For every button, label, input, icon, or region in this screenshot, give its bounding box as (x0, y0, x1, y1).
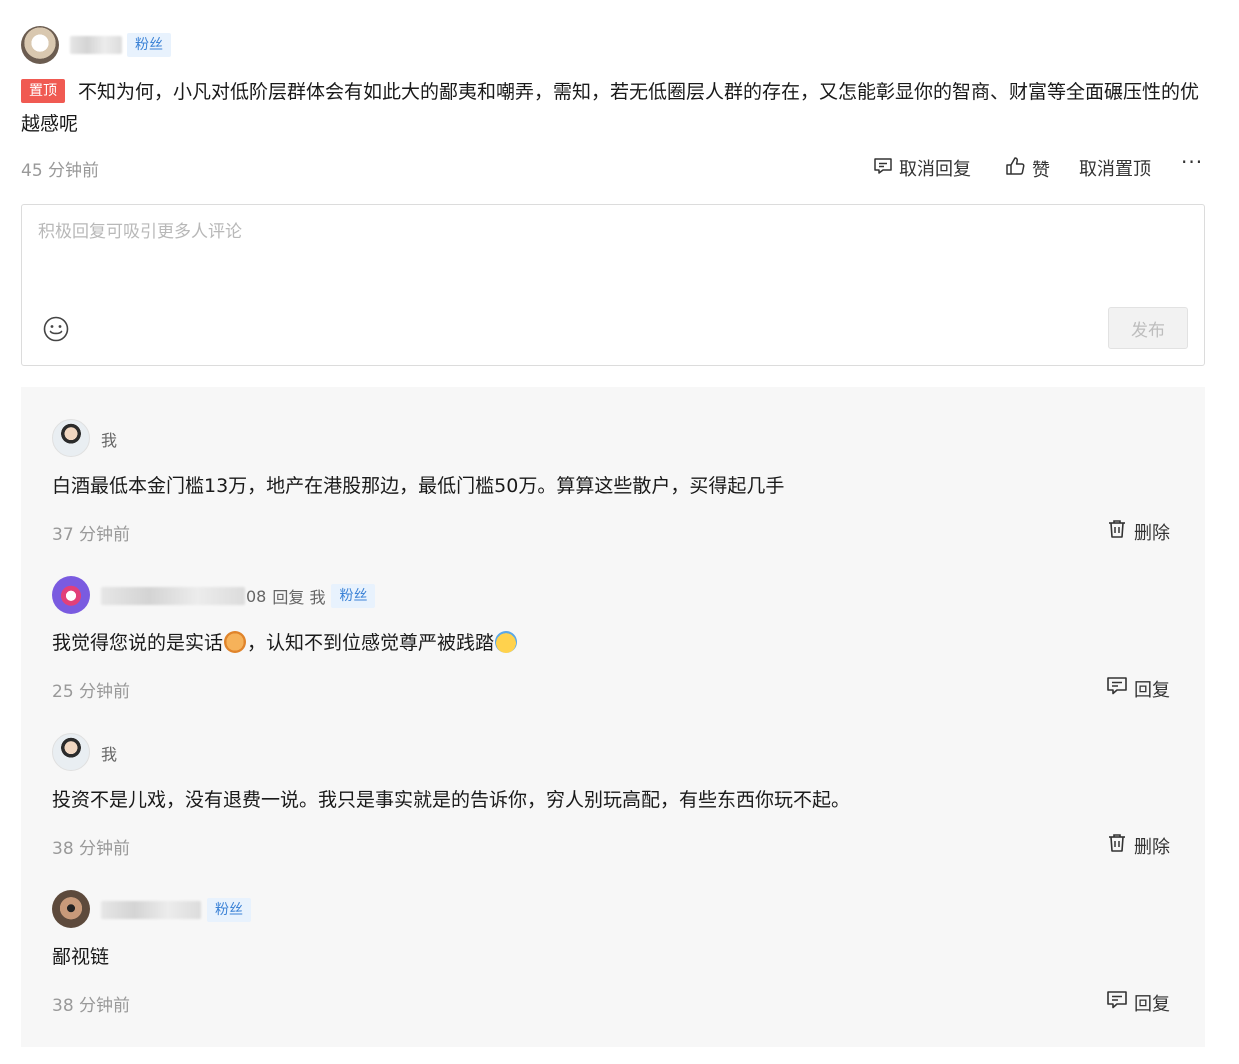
trash-icon (1106, 518, 1128, 545)
trash-icon (1106, 832, 1128, 859)
emoji-icon[interactable] (42, 315, 70, 343)
reply-to-label: 回复 我 (272, 588, 326, 607)
reply-button[interactable]: 回复 (1106, 675, 1170, 702)
thumbs-up-emoji-icon (224, 631, 247, 653)
delete-button[interactable]: 删除 (1106, 518, 1170, 545)
reply-author: 我 (101, 741, 117, 765)
author-name[interactable]: 我 (101, 427, 117, 451)
reply-text: 我觉得您说的是实话 ，认知不到位感觉尊严被践踏 (52, 630, 518, 656)
comment-text: 不知为何，小凡对低阶层群体会有如此大的鄙夷和嘲弄，需知，若无低圈层人群的存在，又… (21, 81, 1200, 135)
reply-text: 投资不是儿戏，没有退费一说。我只是事实就是的告诉你，穷人别玩高配，有些东西你玩不… (52, 789, 851, 811)
reply-text: 鄙视链 (52, 946, 110, 968)
reply-label: 回复 (1134, 679, 1170, 701)
cancel-reply-label: 取消回复 (899, 159, 971, 180)
reply-input[interactable] (22, 205, 1204, 295)
fan-badge: 粉丝 (207, 898, 251, 922)
reply-text-part: ，认知不到位感觉尊严被践踏 (247, 632, 495, 654)
author-name[interactable]: 我 (101, 741, 117, 765)
cancel-reply-button[interactable]: 取消回复 (873, 155, 971, 181)
reply-author: 粉丝 (101, 898, 251, 922)
avatar[interactable] (52, 419, 90, 457)
like-button[interactable]: 赞 (1004, 155, 1050, 182)
reply-author: 08 回复 我 粉丝 (101, 584, 376, 608)
reply-item: 我 投资不是儿戏，没有退费一说。我只是事实就是的告诉你，穷人别玩高配，有些东西你… (21, 701, 1205, 859)
author-name-blurred[interactable]: 08 (101, 587, 266, 606)
avatar[interactable] (52, 576, 90, 614)
unpin-label: 取消置顶 (1079, 159, 1151, 180)
fan-badge: 粉丝 (331, 584, 376, 608)
reply-time: 25 分钟前 (52, 682, 131, 702)
reply-item: 08 回复 我 粉丝 我觉得您说的是实话 ，认知不到位感觉尊严被践踏 25 分钟前… (21, 544, 1205, 702)
unpin-button[interactable]: 取消置顶 (1079, 155, 1151, 181)
reply-text: 白酒最低本金门槛13万，地产在港股那边，最低门槛50万。算算这些散户，买得起几手 (52, 475, 785, 497)
commenter-name-blurred[interactable] (70, 36, 122, 54)
comment-time: 45 分钟前 (21, 161, 100, 181)
publish-button[interactable]: 发布 (1108, 307, 1188, 349)
more-options-button[interactable]: ··· (1181, 150, 1203, 174)
delete-button[interactable]: 删除 (1106, 832, 1170, 859)
avatar[interactable] (52, 733, 90, 771)
author-name-blurred[interactable] (101, 901, 201, 919)
fan-badge: 粉丝 (127, 33, 171, 57)
thumbs-up-icon (1004, 155, 1026, 182)
commenter-avatar[interactable] (21, 26, 59, 64)
reply-time: 38 分钟前 (52, 839, 131, 859)
crying-emoji-icon (495, 631, 518, 653)
delete-label: 删除 (1134, 836, 1170, 858)
reply-item: 粉丝 鄙视链 38 分钟前 回复 (21, 858, 1205, 1016)
reply-icon (1106, 675, 1128, 702)
reply-time: 38 分钟前 (52, 996, 131, 1016)
reply-time: 37 分钟前 (52, 525, 131, 545)
like-label: 赞 (1032, 159, 1050, 181)
reply-button[interactable]: 回复 (1106, 989, 1170, 1016)
reply-author: 我 (101, 427, 117, 451)
reply-text-part: 我觉得您说的是实话 (52, 632, 224, 654)
reply-item: 我 白酒最低本金门槛13万，地产在港股那边，最低门槛50万。算算这些散户，买得起… (21, 387, 1205, 545)
ellipsis-icon: ··· (1181, 150, 1204, 174)
avatar[interactable] (52, 890, 90, 928)
replies-panel: 我 白酒最低本金门槛13万，地产在港股那边，最低门槛50万。算算这些散户，买得起… (21, 387, 1205, 1047)
delete-label: 删除 (1134, 522, 1170, 544)
reply-label: 回复 (1134, 993, 1170, 1015)
reply-icon (873, 156, 893, 181)
reply-editor: 发布 (21, 204, 1205, 366)
reply-icon (1106, 989, 1128, 1016)
